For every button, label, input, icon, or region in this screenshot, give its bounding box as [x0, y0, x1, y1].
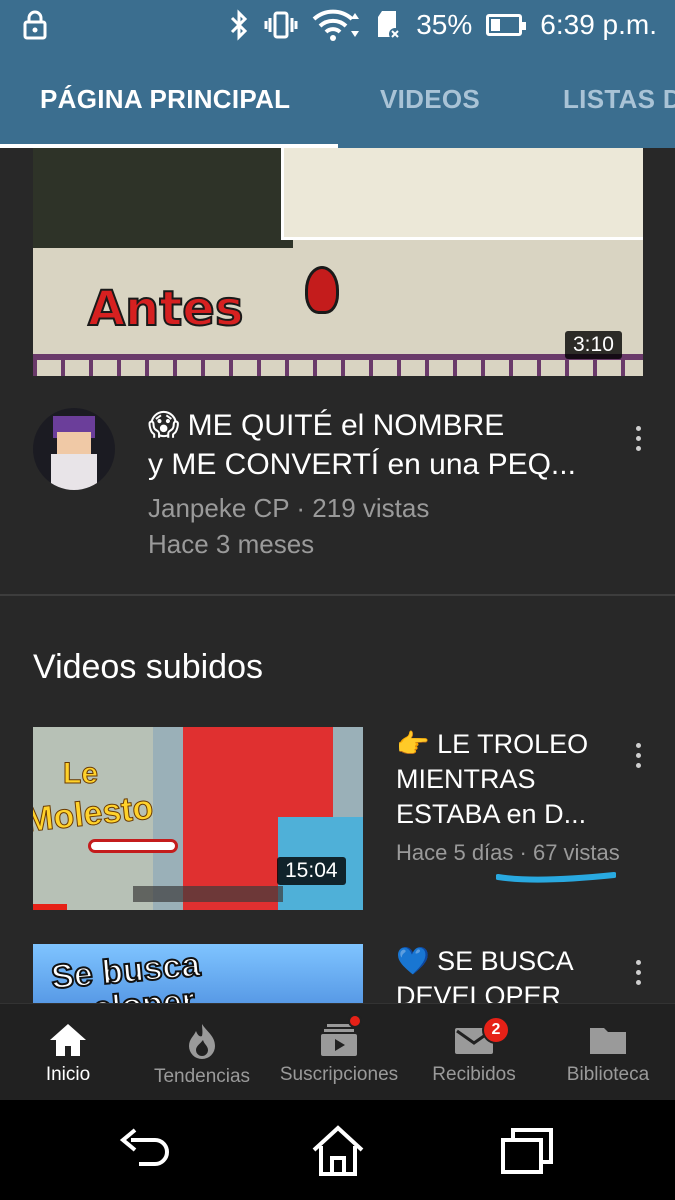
nav-inbox[interactable]: Recibidos 2 — [426, 1004, 522, 1101]
more-options-icon[interactable] — [628, 426, 648, 451]
nav-label: Tendencias — [153, 1066, 251, 1087]
thumbnail-inset-image — [281, 148, 643, 240]
status-bar: 35% 6:39 p.m. — [0, 0, 675, 50]
duration-badge: 3:10 — [565, 331, 622, 359]
penguin-figure — [305, 266, 339, 314]
video-thumbnail[interactable]: Le Molesto 15:04 — [33, 727, 363, 910]
channel-and-views: Janpeke CP · 219 vistas — [148, 493, 430, 523]
featured-video-details[interactable]: 😱 ME QUITÉ el NOMBRE y ME CONVERTÍ en un… — [0, 398, 675, 594]
title-line: MIENTRAS — [396, 764, 536, 794]
title-line: ESTABA en D... — [396, 799, 587, 829]
divider — [0, 594, 675, 596]
title-line: y ME CONVERTÍ en una PEQ... — [148, 448, 576, 481]
sd-card-icon — [376, 9, 402, 41]
nav-library[interactable]: Biblioteca — [560, 1004, 656, 1101]
nav-label: Inicio — [45, 1064, 91, 1085]
notification-badge: 2 — [482, 1016, 510, 1044]
recents-icon[interactable] — [497, 1122, 557, 1180]
wifi-icon — [312, 9, 362, 41]
underline-annotation — [496, 872, 616, 883]
tab-videos[interactable]: VIDEOS — [380, 50, 480, 148]
featured-video-title[interactable]: 😱 ME QUITÉ el NOMBRE y ME CONVERTÍ en un… — [148, 406, 598, 484]
notification-dot — [348, 1014, 362, 1028]
nav-label: Suscripciones — [279, 1064, 399, 1085]
video-title[interactable]: 👉 LE TROLEO MIENTRAS ESTABA en D... — [396, 727, 621, 832]
system-navigation-bar — [0, 1100, 675, 1200]
thumbnail-caption: Antes — [87, 280, 244, 338]
section-title[interactable]: Videos subidos — [33, 648, 263, 687]
featured-video-meta: Janpeke CP · 219 vistas Hace 3 meses — [148, 490, 429, 562]
title-line: 😱 ME QUITÉ el NOMBRE — [148, 409, 505, 442]
flame-icon — [189, 1024, 215, 1059]
duration-badge: 15:04 — [277, 857, 346, 885]
nav-home[interactable]: Inicio — [22, 1004, 114, 1101]
channel-tabs: PÁGINA PRINCIPAL VIDEOS LISTAS D — [0, 50, 675, 148]
bottom-navigation: Inicio Tendencias Suscripciones Recibido… — [0, 1003, 675, 1100]
vibrate-icon — [264, 10, 298, 40]
clock: 6:39 p.m. — [540, 9, 657, 40]
tab-home[interactable]: PÁGINA PRINCIPAL — [40, 50, 290, 148]
nav-label: Biblioteca — [566, 1064, 650, 1085]
folder-icon — [590, 1028, 626, 1054]
back-icon[interactable] — [115, 1122, 175, 1180]
video-thumbnail[interactable]: Se busca eloper — [33, 944, 363, 1003]
more-options-icon[interactable] — [628, 743, 648, 768]
featured-video-thumbnail[interactable]: Antes 3:10 — [33, 148, 643, 376]
channel-avatar[interactable] — [33, 408, 115, 490]
list-item[interactable]: Le Molesto 15:04 👉 LE TROLEO MIENTRAS ES… — [0, 727, 675, 917]
tab-playlists[interactable]: LISTAS D — [563, 50, 675, 148]
more-options-icon[interactable] — [628, 960, 648, 985]
battery-icon — [486, 14, 527, 36]
video-info[interactable]: 💙 SE BUSCA DEVELOPER — [396, 944, 621, 1003]
bluetooth-icon — [228, 9, 250, 41]
arrow-graphic — [88, 839, 178, 853]
nav-subscriptions[interactable]: Suscripciones — [272, 1004, 406, 1101]
title-line: 👉 LE TROLEO — [396, 729, 589, 759]
video-info[interactable]: 👉 LE TROLEO MIENTRAS ESTABA en D... Hace… — [396, 727, 621, 866]
battery-percent: 35% — [416, 9, 473, 40]
video-title[interactable]: 💙 SE BUSCA DEVELOPER — [396, 944, 621, 1003]
upload-age: Hace 3 meses — [148, 529, 315, 559]
video-meta: Hace 5 días · 67 vistas — [396, 840, 620, 865]
home-icon — [50, 1024, 86, 1056]
lock-icon — [22, 10, 48, 40]
home-outline-icon[interactable] — [308, 1122, 368, 1180]
thumbnail-caption: Le — [62, 757, 99, 791]
nav-label: Recibidos — [432, 1064, 516, 1085]
title-line: 💙 SE BUSCA — [396, 946, 574, 976]
list-item[interactable]: Se busca eloper 💙 SE BUSCA DEVELOPER — [0, 944, 675, 1003]
title-line: DEVELOPER — [396, 981, 562, 1003]
watch-progress-bar — [33, 904, 67, 910]
nav-trending[interactable]: Tendencias — [146, 1004, 258, 1101]
